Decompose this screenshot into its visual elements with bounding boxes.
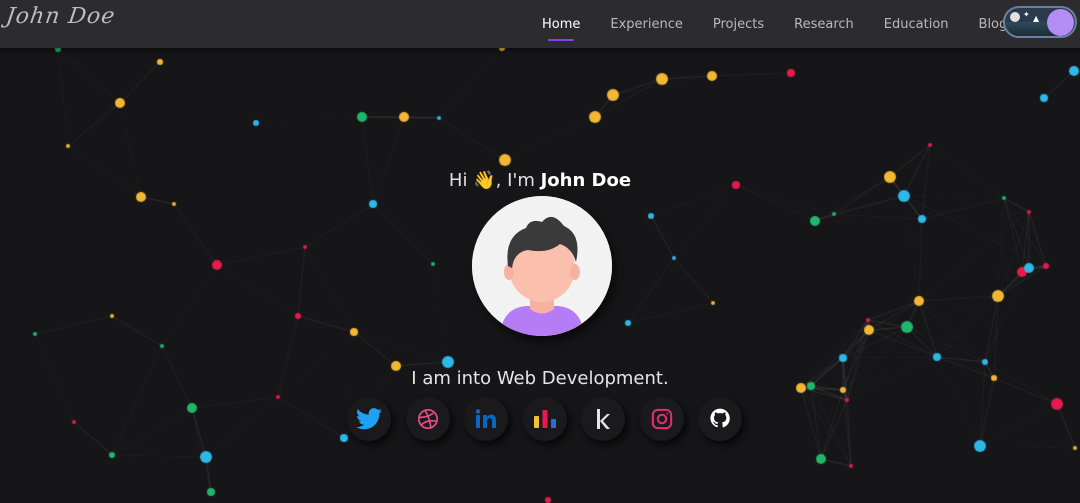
linkedin-link[interactable] (464, 397, 508, 441)
kaggle-icon (597, 409, 610, 429)
social-links (347, 397, 757, 441)
greeting-prefix: Hi (448, 170, 468, 191)
github-link[interactable] (698, 397, 742, 441)
github-icon (710, 408, 730, 428)
nav-link-home[interactable]: Home (542, 17, 580, 41)
linkedin-icon (475, 409, 496, 428)
nav-link-projects[interactable]: Projects (713, 17, 764, 32)
nav-link-education[interactable]: Education (884, 17, 949, 32)
theme-toggle[interactable]: ✦ ▲ (1003, 6, 1077, 38)
dribbble-icon (417, 409, 438, 429)
greeting: Hi 👋, I'm John Doe (0, 170, 1080, 191)
nav-links: Home Experience Projects Research Educat… (542, 0, 1044, 48)
logo[interactable]: John Doe (4, 4, 117, 29)
tagline: I am into Web Development. (411, 368, 669, 389)
nav-link-experience[interactable]: Experience (610, 17, 683, 32)
navbar: John Doe Home Experience Projects Resear… (0, 0, 1080, 48)
kaggle-link[interactable] (581, 397, 625, 441)
toggle-knob[interactable] (1047, 9, 1074, 36)
greeting-name: John Doe (540, 170, 632, 191)
dribbble-link[interactable] (405, 397, 450, 441)
user-avatar-icon (472, 196, 612, 336)
instagram-link[interactable] (639, 397, 684, 441)
moon-icon (1010, 12, 1020, 22)
star-icon: ✦ (1023, 10, 1030, 19)
greeting-middle: , I'm (495, 170, 535, 191)
twitter-icon (356, 408, 382, 430)
waving-hand-icon: 👋 (473, 170, 496, 191)
analytics-link[interactable] (522, 397, 567, 441)
nav-link-research[interactable]: Research (794, 17, 854, 32)
instagram-icon (651, 408, 672, 430)
bar-chart-icon (533, 410, 556, 428)
twitter-link[interactable] (347, 397, 391, 441)
